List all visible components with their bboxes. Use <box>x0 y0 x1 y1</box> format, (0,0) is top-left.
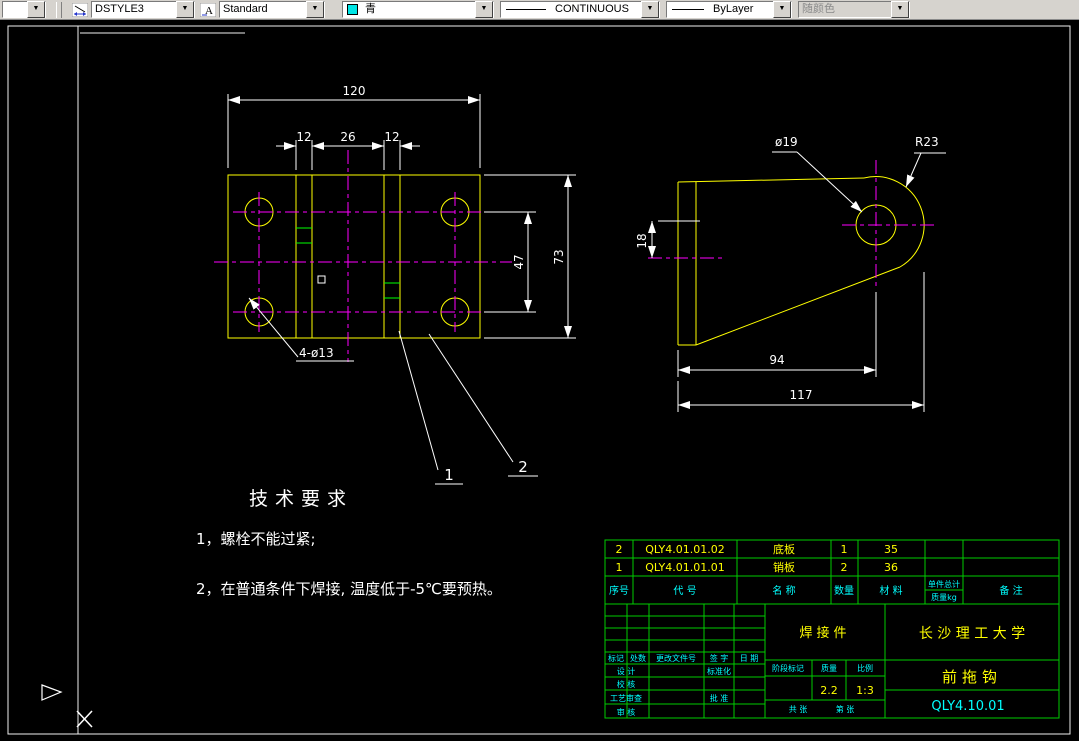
header-code: 代 号 <box>673 585 696 597</box>
part-name: 前拖钩 <box>942 668 1002 686</box>
header-name: 名 称 <box>772 584 795 597</box>
label-weight: 质量 <box>821 663 837 673</box>
dim-18: 18 <box>635 233 649 248</box>
part-row-code: QLY4.01.01.02 <box>645 543 725 556</box>
label-check: 校 核 <box>617 679 636 689</box>
header-seq: 序号 <box>609 584 629 597</box>
color-combo[interactable]: 青 ▼ <box>342 1 494 18</box>
header-material: 材 料 <box>879 584 902 597</box>
label-design: 设 计 <box>617 666 636 676</box>
part-row-material: 36 <box>884 561 898 574</box>
toolbar-grip[interactable] <box>56 1 62 18</box>
chevron-down-icon[interactable]: ▼ <box>773 1 791 18</box>
label-count: 处数 <box>630 653 646 663</box>
dim-73: 73 <box>552 249 566 264</box>
label-standard: 标准化 <box>707 666 731 676</box>
plotstyle-combo-value: 随颜色 <box>802 3 835 15</box>
weight-value: 2.2 <box>820 684 838 697</box>
part-row-name: 销板 <box>773 560 795 574</box>
assembly-name: 焊接件 <box>799 625 850 641</box>
lineweight-combo-value: ByLayer <box>713 3 754 15</box>
header-remark: 备 注 <box>999 584 1022 597</box>
chevron-down-icon[interactable]: ▼ <box>27 1 45 18</box>
tech-req-item1: 1，螺栓不能过紧; <box>196 530 316 548</box>
part-row-code: QLY4.01.01.01 <box>645 561 725 574</box>
textstyle-icon[interactable]: A <box>199 2 217 17</box>
plotstyle-combo: 随颜色 ▼ <box>798 1 910 18</box>
object-properties-toolbar: ▼ DSTYLE3 ▼ A Standard ▼ 青 ▼ CONTINUOUS <box>0 0 1079 20</box>
label-process: 工艺审查 <box>610 693 642 703</box>
chevron-down-icon: ▼ <box>891 1 909 18</box>
lineweight-combo[interactable]: ByLayer ▼ <box>666 1 792 18</box>
organization-name: 长 沙 理 工 大 学 <box>919 626 1025 642</box>
label-date: 日 期 <box>740 654 759 663</box>
dim-r23: R23 <box>915 135 939 149</box>
tech-req-item2: 2，在普通条件下焊接, 温度低于-5℃要预热。 <box>196 580 502 598</box>
chevron-down-icon[interactable]: ▼ <box>306 1 324 18</box>
label-stage: 阶段标记 <box>772 663 804 673</box>
chevron-down-icon[interactable]: ▼ <box>475 1 493 18</box>
balloon-1: 1 <box>444 466 454 484</box>
dimstyle-combo[interactable]: DSTYLE3 ▼ <box>91 1 195 18</box>
dimstyle-combo-value: DSTYLE3 <box>95 3 144 15</box>
linetype-combo[interactable]: CONTINUOUS ▼ <box>500 1 660 18</box>
dim-12-left: 12 <box>296 130 311 144</box>
textstyle-combo[interactable]: Standard ▼ <box>219 1 325 18</box>
chevron-down-icon[interactable]: ▼ <box>176 1 194 18</box>
holes-note: 4-ø13 <box>299 346 334 360</box>
label-change-doc: 更改文件号 <box>656 653 696 663</box>
dim-dia19: ø19 <box>775 135 798 149</box>
tech-req-title: 技术要求 <box>249 488 353 510</box>
part-row-material: 35 <box>884 543 898 556</box>
mini-combo[interactable]: ▼ <box>2 1 46 18</box>
balloon-2: 2 <box>518 458 528 476</box>
color-swatch-cyan <box>347 4 358 15</box>
label-scale: 比例 <box>857 663 873 673</box>
color-combo-value: 青 <box>365 3 376 15</box>
scale-value: 1:3 <box>856 684 874 697</box>
part-row-seq: 1 <box>616 561 623 574</box>
label-mark: 标记 <box>608 653 624 663</box>
linetype-combo-value: CONTINUOUS <box>555 3 629 15</box>
drawing-canvas[interactable]: 120 12 26 12 47 73 4-ø13 1 2 18 94 117 ø… <box>0 0 1079 741</box>
part-row-qty: 1 <box>841 543 848 556</box>
model-space-background <box>0 0 1079 741</box>
dim-47: 47 <box>512 254 526 269</box>
part-row-seq: 2 <box>616 543 623 556</box>
label-sheet-no: 第 张 <box>836 704 855 714</box>
dim-94: 94 <box>769 353 784 367</box>
header-weight1: 单件总计 <box>928 579 960 589</box>
header-qty: 数量 <box>834 584 854 597</box>
dim-26: 26 <box>340 130 355 144</box>
dim-117: 117 <box>790 388 813 402</box>
dimstyle-icon[interactable] <box>71 2 89 17</box>
label-approve: 批 准 <box>710 693 729 703</box>
part-row-name: 底板 <box>773 542 795 556</box>
dim-12-right: 12 <box>384 130 399 144</box>
textstyle-combo-value: Standard <box>223 3 268 15</box>
part-row-qty: 2 <box>841 561 848 574</box>
dim-120: 120 <box>343 84 366 98</box>
lineweight-preview <box>672 9 704 10</box>
linetype-preview <box>506 9 546 10</box>
label-sheets: 共 张 <box>789 705 808 714</box>
drawing-number: QLY4.10.01 <box>931 699 1004 714</box>
label-sign: 签 字 <box>710 653 729 663</box>
header-weight2: 质量kg <box>931 592 957 602</box>
chevron-down-icon[interactable]: ▼ <box>641 1 659 18</box>
label-audit: 审 核 <box>617 707 636 717</box>
